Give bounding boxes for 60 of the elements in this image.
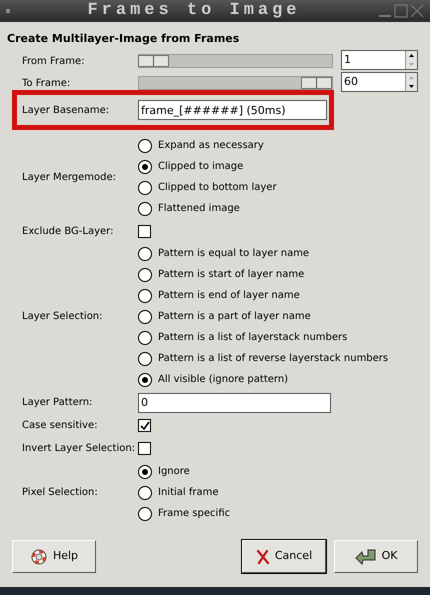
radio-label: Ignore (158, 465, 190, 479)
radio-label: All visible (ignore pattern) (158, 373, 288, 387)
field-label: From Frame: (22, 54, 84, 68)
radio-label: Pattern is a list of reverse layerstack numbers (158, 352, 388, 366)
ok-button[interactable]: OK (334, 540, 418, 573)
help-button[interactable]: Help (12, 540, 96, 573)
field-label: To Frame: (22, 76, 70, 90)
radio-label: Clipped to image (158, 160, 244, 174)
field-label: Layer Mergemode: (22, 170, 116, 184)
radio-button[interactable] (138, 506, 152, 520)
radio-label: Initial frame (158, 486, 219, 500)
radio-label: Flattened image (158, 202, 240, 216)
slider-track[interactable] (138, 54, 333, 68)
radio-button[interactable] (138, 246, 152, 260)
checkbox[interactable] (138, 419, 151, 432)
basename-field[interactable]: frame_[######] (50ms) (138, 100, 327, 120)
radio-button[interactable] (138, 372, 152, 386)
radio-label: Expand as necessary (158, 139, 264, 153)
slider-thumb[interactable] (300, 77, 332, 89)
field-label: Layer Selection: (22, 310, 103, 324)
radio-button[interactable] (138, 310, 152, 324)
radio-button[interactable] (138, 330, 152, 344)
field-label: Exclude BG-Layer: (22, 225, 114, 239)
checkmark-icon (140, 420, 150, 430)
field-label: Layer Basename: (22, 104, 110, 118)
radio-button[interactable] (138, 486, 152, 500)
slider-thumb[interactable] (138, 55, 170, 67)
x-mark-icon (256, 548, 270, 564)
radio-button[interactable] (138, 180, 152, 194)
slider-track[interactable] (138, 76, 333, 90)
pattern-field[interactable]: 0 (138, 392, 331, 412)
radio-label: Pattern is end of layer name (158, 289, 300, 303)
radio-button[interactable] (138, 464, 152, 478)
radio-button[interactable] (138, 268, 152, 282)
radio-button[interactable] (138, 160, 152, 174)
window-title: Frames to Image (86, 0, 302, 22)
spin-field[interactable]: 1 (341, 50, 418, 70)
field-label: Invert Layer Selection: (22, 442, 136, 456)
radio-label: Pattern is a list of layerstack numbers (158, 331, 348, 345)
cancel-button[interactable]: Cancel (242, 540, 326, 573)
check-arrow-icon (354, 548, 377, 566)
radio-label: Frame specific (158, 507, 230, 521)
radio-label: Pattern is start of layer name (158, 268, 304, 282)
spin-field[interactable]: 60 (341, 72, 418, 92)
checkbox[interactable] (138, 442, 151, 455)
field-label: Pixel Selection: (22, 486, 98, 500)
field-label: Layer Pattern: (22, 396, 92, 410)
dialog-heading: Create Multilayer-Image from Frames (7, 32, 240, 45)
radio-button[interactable] (138, 138, 152, 152)
maximize-icon[interactable] (394, 4, 408, 18)
close-icon[interactable] (410, 4, 424, 18)
radio-label: Pattern is a part of layer name (158, 310, 311, 324)
radio-button[interactable] (138, 352, 152, 366)
radio-button[interactable] (138, 288, 152, 302)
checkbox[interactable] (138, 225, 151, 238)
radio-label: Clipped to bottom layer (158, 181, 277, 195)
field-label: Case sensitive: (22, 419, 98, 433)
lifebuoy-icon (30, 548, 48, 566)
radio-label: Pattern is equal to layer name (158, 247, 310, 261)
radio-button[interactable] (138, 202, 152, 216)
